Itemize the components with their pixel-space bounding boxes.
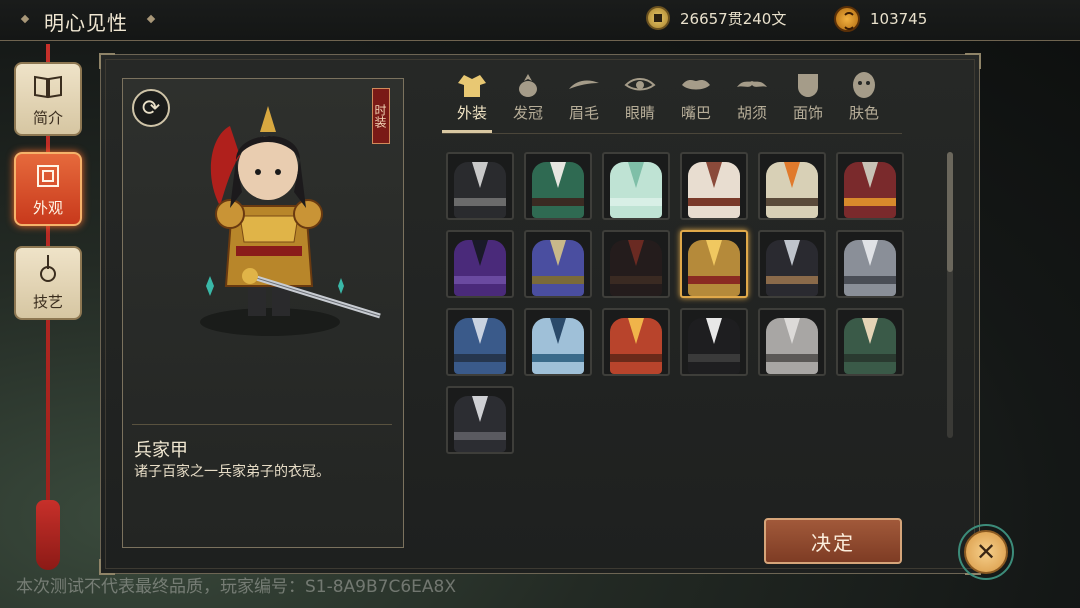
costume-belt [532,198,584,206]
tab-outfit[interactable]: 外装 [444,70,500,134]
tab-label: 嘴巴 [680,104,711,122]
close-icon: ✕ [975,538,997,566]
eye-icon [612,70,668,100]
costume-belt [454,276,506,284]
confirm-button[interactable]: 决定 [764,518,902,564]
costume-belt [532,276,584,284]
tab-hair-crown[interactable]: 发冠 [500,70,556,134]
costume-belt [454,198,506,206]
tab-skin-color[interactable]: 肤色 [836,70,892,134]
tab-label: 面饰 [792,104,823,122]
costume-belt [454,354,506,362]
costume-belt [688,198,740,206]
costume-slot[interactable] [680,308,748,376]
costume-slot[interactable] [758,308,826,376]
costume-belt [766,276,818,284]
tab-mustache[interactable]: 胡须 [724,70,780,134]
costume-slot[interactable] [524,230,592,298]
mask-icon [780,70,836,100]
costume-slot[interactable] [524,152,592,220]
sidebar-item-label: 简介 [32,109,63,127]
costume-slot[interactable] [836,230,904,298]
diamond-ornament-icon [146,14,156,24]
yin-yang-token-icon [834,6,860,32]
costume-slot[interactable] [836,308,904,376]
currency-display: 26657贯240文 [646,6,786,30]
tab-divider [442,133,902,134]
token-display: 103745 [834,6,927,32]
tab-label: 发冠 [512,104,543,122]
book-icon [33,73,63,105]
costume-slot[interactable] [680,152,748,220]
costume-slot[interactable] [446,230,514,298]
top-bar: 明心见性 26657贯240文 103745 [0,0,1080,41]
panel-corner [99,53,115,69]
costume-belt [766,198,818,206]
sidebar-item-label: 技艺 [32,293,63,311]
tab-eyes[interactable]: 眼睛 [612,70,668,134]
costume-belt [610,276,662,284]
costume-slot[interactable] [758,152,826,220]
costume-belt [688,276,740,284]
costume-slot[interactable] [446,308,514,376]
diamond-ornament-icon [20,14,30,24]
costume-belt [610,198,662,206]
eyebrow-icon [556,70,612,100]
costume-slot[interactable] [836,152,904,220]
costume-belt [454,432,506,440]
appearance-icon [34,163,62,195]
costume-slot[interactable] [602,308,670,376]
close-button[interactable]: ✕ [964,530,1008,574]
copper-coin-icon [646,6,670,30]
tassel-ornament [36,500,60,570]
page-title: 明心见性 [44,11,128,35]
hair-crown-icon [500,70,556,100]
face-icon [836,70,892,100]
tab-mouth[interactable]: 嘴巴 [668,70,724,134]
costume-belt [844,276,896,284]
tab-label: 外装 [456,104,487,122]
character-portrait [200,106,381,336]
mustache-icon [724,70,780,100]
robe-icon [444,70,500,100]
costume-slot[interactable] [602,152,670,220]
costume-belt [688,354,740,362]
lute-icon [36,253,60,289]
sidebar-item-intro[interactable]: 简介 [14,62,82,136]
sidebar-item-skills[interactable]: 技艺 [14,246,82,320]
tab-label: 胡须 [736,104,767,122]
sidebar-item-appearance[interactable]: 外观 [14,152,82,226]
tab-label: 眼睛 [624,104,655,122]
costume-belt [532,354,584,362]
tab-eyebrows[interactable]: 眉毛 [556,70,612,134]
costume-slot[interactable] [524,308,592,376]
sidebar-item-label: 外观 [32,199,63,217]
costume-slot[interactable] [758,230,826,298]
currency-amount: 26657贯240文 [680,9,787,28]
watermark-text: 本次测试不代表最终品质，玩家编号：S1-8A9B7C6EA8X [16,577,456,597]
costume-belt [844,198,896,206]
costume-belt [766,354,818,362]
item-name: 兵家甲 [134,440,188,461]
tab-label: 眉毛 [568,104,599,122]
costume-slot[interactable] [446,386,514,454]
item-description: 诸子百家之一兵家弟子的衣冠。 [134,464,330,480]
costume-belt [610,354,662,362]
tab-label: 肤色 [848,104,879,122]
scrollbar-thumb[interactable] [947,152,953,272]
rotate-icon: ⟳ [141,95,161,121]
panel-corner [965,53,981,69]
costume-slot[interactable] [602,230,670,298]
costume-slot[interactable] [446,152,514,220]
rotate-button[interactable]: ⟳ [132,89,170,127]
info-divider [132,424,392,425]
category-tabs: 外装 发冠 眉毛 眼睛 嘴巴 胡须 面饰 肤色 [444,70,902,134]
costume-slot[interactable] [680,230,748,298]
mouth-icon [668,70,724,100]
tab-face-accessory[interactable]: 面饰 [780,70,836,134]
token-amount: 103745 [870,10,928,28]
costume-belt [844,354,896,362]
